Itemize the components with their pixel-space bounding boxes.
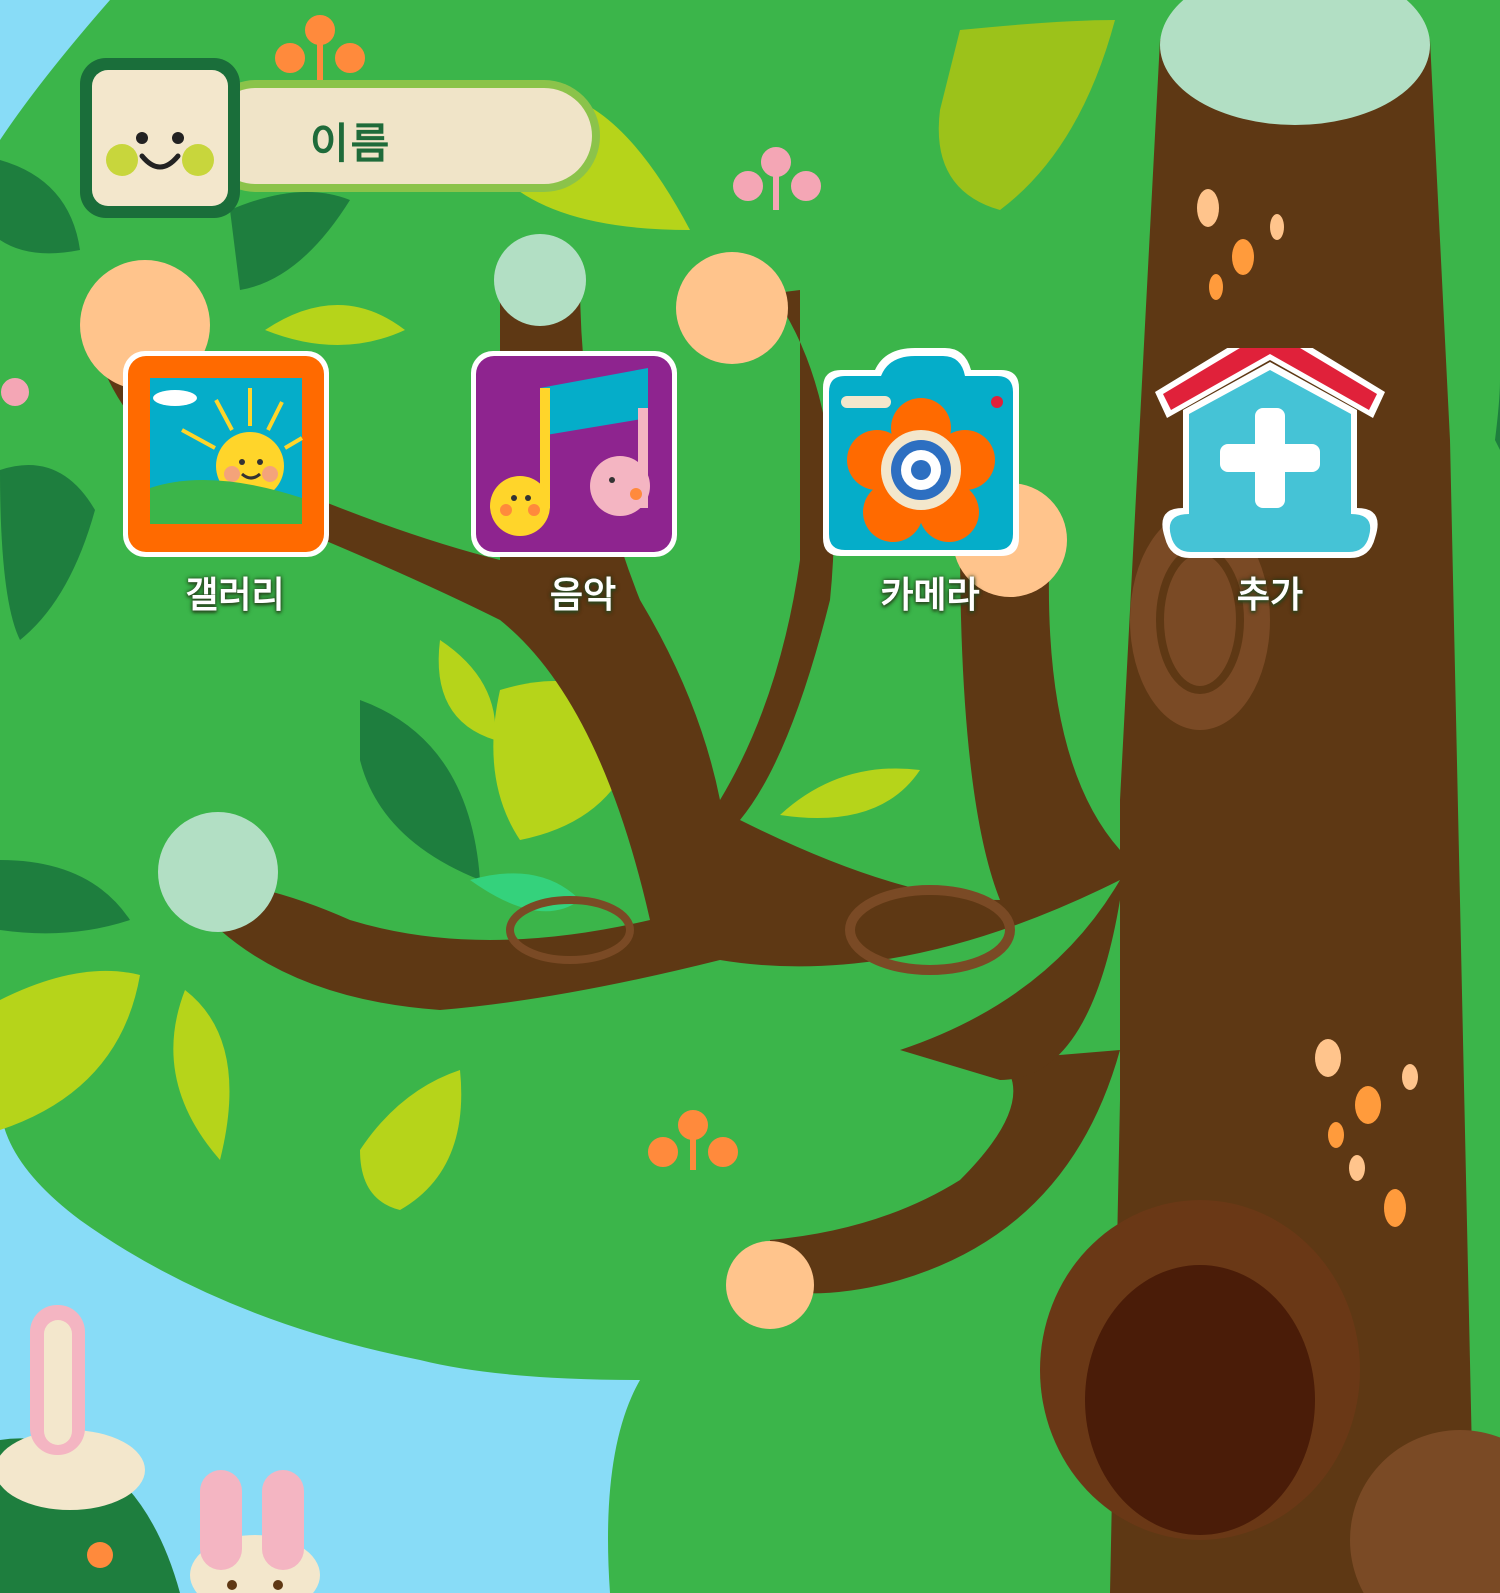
add-house-icon[interactable] bbox=[1155, 348, 1385, 578]
app-label: 음악 bbox=[549, 575, 617, 616]
app-label: 갤러리 bbox=[185, 575, 285, 616]
camera-flower-icon[interactable] bbox=[815, 348, 1045, 578]
smiley-face-icon bbox=[92, 70, 228, 206]
app-gallery[interactable]: 갤러리 bbox=[120, 348, 350, 638]
app-camera[interactable]: 카메라 bbox=[815, 348, 1045, 638]
tree-background bbox=[0, 0, 1500, 1593]
app-music[interactable]: 음악 bbox=[468, 348, 698, 638]
gallery-sun-icon[interactable] bbox=[120, 348, 350, 578]
app-add[interactable]: 추가 bbox=[1155, 348, 1385, 638]
profile-name[interactable]: 이름 bbox=[310, 110, 560, 171]
profile-badge[interactable]: 이름 bbox=[80, 58, 600, 218]
avatar[interactable] bbox=[80, 58, 240, 218]
music-note-icon[interactable] bbox=[468, 348, 698, 578]
app-label: 카메라 bbox=[880, 575, 980, 616]
app-label: 추가 bbox=[1236, 575, 1304, 616]
